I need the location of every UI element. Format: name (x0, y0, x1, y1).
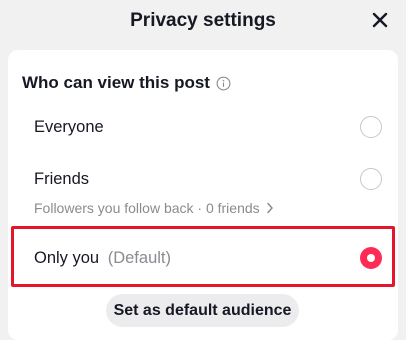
section-title: Who can view this post (22, 73, 231, 93)
option-friends-radio[interactable] (360, 168, 382, 190)
sheet-header: Privacy settings (0, 0, 406, 44)
option-friends-sublabel-text: Followers you follow back · 0 friends (34, 200, 260, 216)
section-title-label: Who can view this post (22, 73, 210, 92)
option-everyone-label: Everyone (34, 118, 104, 136)
option-only-you-radio[interactable] (360, 247, 382, 269)
option-everyone-radio[interactable] (360, 116, 382, 138)
option-friends-sublabel[interactable]: Followers you follow back · 0 friends (34, 200, 274, 216)
chevron-right-icon (266, 202, 273, 214)
page-title: Privacy settings (130, 10, 276, 31)
option-friends-label: Friends (34, 170, 90, 188)
close-icon[interactable] (368, 8, 392, 32)
set-default-audience-button[interactable]: Set as default audience (106, 294, 299, 327)
option-only-you-label: Only you (Default) (34, 249, 171, 268)
default-tag: (Default) (107, 249, 171, 267)
info-icon[interactable] (216, 76, 231, 91)
option-only-you-text: Only you (34, 249, 100, 267)
